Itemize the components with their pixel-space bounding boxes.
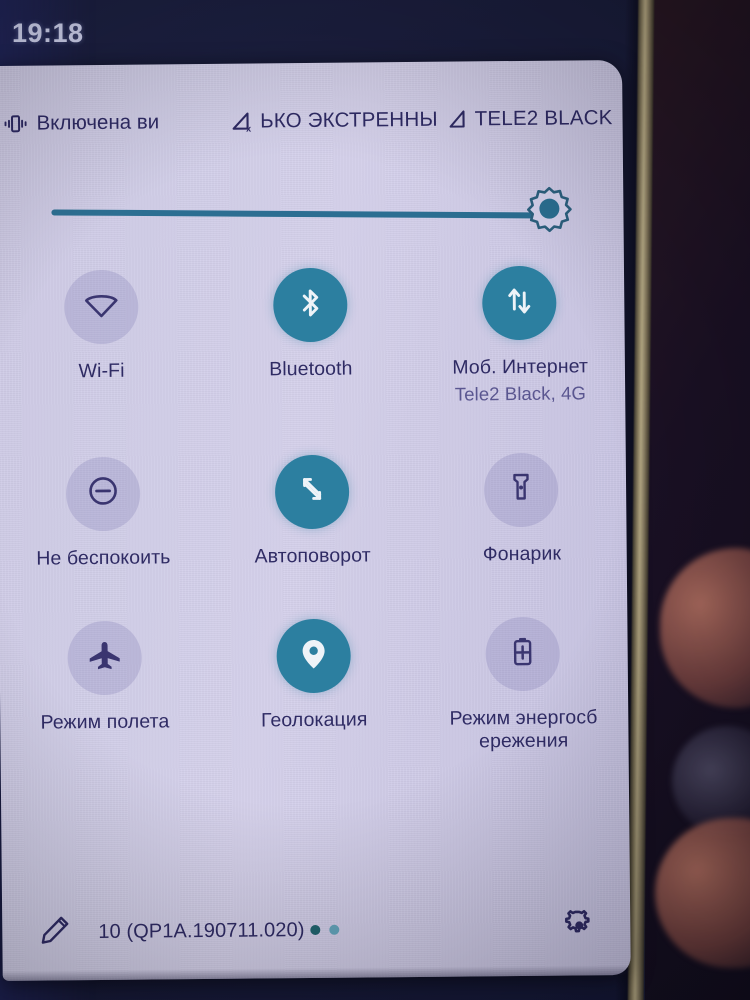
tile-wifi-label: Wi-Fi [78,359,125,383]
page-dot-2[interactable] [329,924,340,935]
wifi-icon [81,284,121,329]
tile-do-not-disturb[interactable]: Не беспокоить [0,456,208,571]
tile-auto-rotate-label: Автоповорот [254,544,371,568]
carrier-name-text: TELE2 BLACK [474,106,613,131]
page-dot-1[interactable] [310,924,321,936]
airplane-icon [85,637,123,680]
tile-mobile-data-label: Моб. Интернет [452,355,589,379]
brightness-slider-track[interactable] [51,209,550,219]
tile-mobile-data[interactable]: Моб. Интернет Tele2 Black, 4G [415,265,626,406]
flashlight-icon [503,469,539,510]
tile-location-label: Геолокация [260,708,368,732]
tile-bluetooth-circle[interactable] [272,267,348,343]
tile-location[interactable]: Геолокация [209,618,420,755]
page-indicator-dots [310,924,340,936]
signal-icon [448,109,469,129]
battery-saver-icon [506,634,540,675]
bluetooth-icon [291,283,329,326]
vibration-icon [2,114,28,134]
brightness-slider[interactable] [51,185,572,236]
signal-off-icon: x [231,111,254,132]
screenshot-root: 19:18 Включена ви x ЬКО ЭКСТРЕННЫ TELE2 … [0,0,750,1000]
tile-bluetooth-label: Bluetooth [269,357,353,381]
tile-auto-rotate-circle[interactable] [274,454,350,529]
tile-battery-saver[interactable]: Режим энергосб ережения [418,616,629,753]
tile-flashlight-circle[interactable] [483,452,559,527]
svg-text:x: x [246,123,251,132]
quick-settings-footer: 10 (QP1A.190711.020) [2,899,631,961]
quick-settings-tiles: Wi-Fi Bluetooth Моб. Интернет Tele2 Blac… [0,265,629,757]
vibration-status: Включена ви [2,110,159,136]
location-pin-icon [294,634,332,677]
tile-flashlight[interactable]: Фонарик [416,452,626,567]
tile-airplane-mode[interactable]: Режим полета [0,620,210,757]
status-bar-clock: 19:18 [12,17,84,48]
emergency-only-status: x ЬКО ЭКСТРЕННЫ [231,108,438,134]
do-not-disturb-icon [84,472,122,515]
quick-settings-panel: Включена ви x ЬКО ЭКСТРЕННЫ TELE2 BLACK … [0,59,631,981]
tile-mobile-data-sublabel: Tele2 Black, 4G [454,381,587,405]
tile-row-1: Wi-Fi Bluetooth Моб. Интернет Tele2 Blac… [0,265,625,410]
tile-battery-saver-label: Режим энергосб ережения [449,706,598,753]
pencil-edit-icon[interactable] [38,913,72,952]
tile-auto-rotate[interactable]: Автоповорот [207,454,417,569]
tile-wifi[interactable]: Wi-Fi [0,269,207,410]
gear-icon[interactable] [562,908,596,947]
tile-wifi-circle[interactable] [63,269,139,345]
carrier-status: TELE2 BLACK [448,106,613,132]
tile-row-2: Не беспокоить Автоповорот Фонарик [0,452,627,571]
tile-location-circle[interactable] [276,618,351,694]
tile-mobile-data-circle[interactable] [482,265,557,341]
build-version-text: 10 (QP1A.190711.020) [98,918,305,943]
tile-bluetooth[interactable]: Bluetooth [205,267,416,408]
mobile-data-icon [500,281,538,324]
auto-rotate-icon [293,470,331,513]
tile-do-not-disturb-label: Не беспокоить [36,545,171,570]
brightness-sun-icon[interactable] [525,184,573,233]
tile-row-3: Режим полета Геолокация Режим энергосб е… [0,616,629,757]
emergency-only-text: ЬКО ЭКСТРЕННЫ [260,107,438,133]
system-status-bar: 19:18 [0,0,650,66]
tile-airplane-mode-circle[interactable] [66,620,142,696]
vibration-status-text: Включена ви [36,110,160,135]
tile-do-not-disturb-circle[interactable] [65,456,141,531]
tile-airplane-mode-label: Режим полета [40,710,170,734]
tile-flashlight-label: Фонарик [482,542,562,565]
quick-settings-status-row: Включена ви x ЬКО ЭКСТРЕННЫ TELE2 BLACK [0,100,623,142]
tile-battery-saver-circle[interactable] [485,616,561,692]
